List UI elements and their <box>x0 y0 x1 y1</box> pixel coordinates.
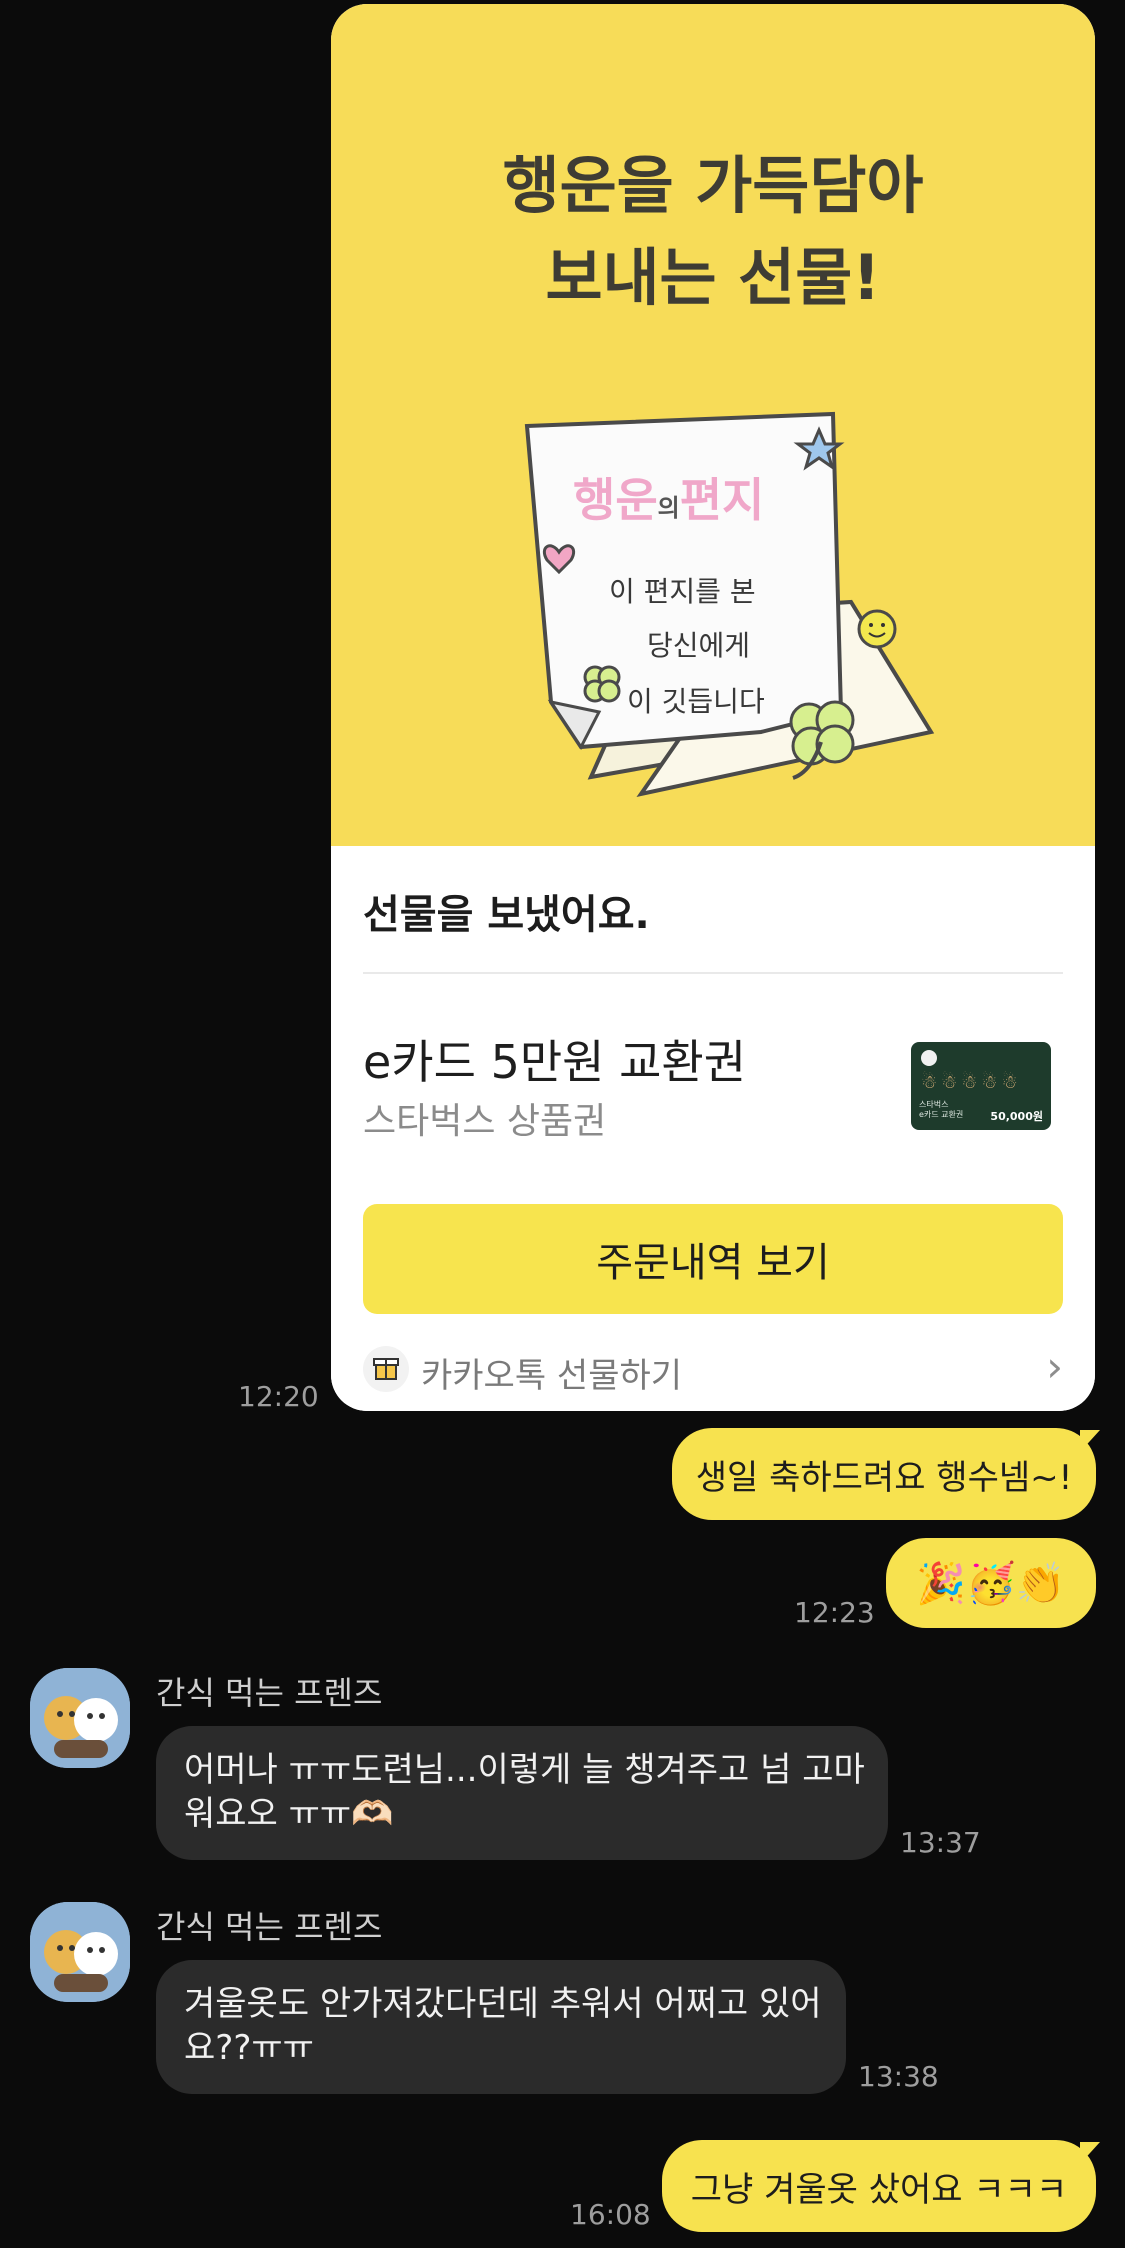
gift-box-icon <box>363 1346 409 1392</box>
message-text: 그냥 겨울옷 샀어요 ㅋㅋㅋ <box>690 2169 1068 2210</box>
sender-name: 간식 먹는 프렌즈 <box>156 1908 383 1946</box>
lucky-letter-illustration: 행운의편지 이 편지를 본 당신에게 이 깃듭니다 <box>521 402 941 822</box>
letter-line2: 당신에게 <box>647 629 751 662</box>
message-line1: 어머나 ㅠㅠ도련님...이렇게 늘 챙겨주고 넘 고마 <box>184 1750 865 1790</box>
kakao-gift-link[interactable]: 카카오톡 선물하기 › <box>363 1342 1063 1398</box>
view-order-button[interactable]: 주문내역 보기 <box>363 1204 1063 1314</box>
message-text: 생일 축하드려요 행수넴~! <box>695 1457 1073 1498</box>
friend-avatar[interactable] <box>30 1668 130 1768</box>
letter-title-small: 의 <box>657 494 680 522</box>
letter-title-part2: 편지 <box>679 473 765 527</box>
message-line1: 겨울옷도 안가져갔다던데 추워서 어쩌고 있어 <box>184 1984 822 2024</box>
letter-line1: 이 편지를 본 <box>609 575 756 608</box>
my-message-bubble[interactable]: 생일 축하드려요 행수넴~! <box>672 1428 1096 1520</box>
letter-line3: 이 깃듭니다 <box>627 685 765 718</box>
letter-title: 행운의편지 <box>573 464 764 530</box>
divider <box>363 972 1063 974</box>
message-line2: 워요오 ㅠㅠ🫶🏻 <box>184 1794 394 1834</box>
chevron-right-icon: › <box>1046 1342 1063 1391</box>
product-name: e카드 5만원 교환권 <box>363 1035 747 1089</box>
thumb-price: 50,000원 <box>990 1110 1043 1123</box>
friend-message-bubble[interactable]: 겨울옷도 안가져갔다던데 추워서 어쩌고 있어 요??ㅠㅠ <box>156 1960 846 2094</box>
friends-character-icon <box>30 1668 130 1768</box>
thumb-caption: 스타벅스 e카드 교환권 <box>919 1100 964 1119</box>
gift-sent-label: 선물을 보냈어요. <box>363 892 650 938</box>
product-brand: 스타벅스 상품권 <box>363 1101 607 1142</box>
message-time: 12:20 <box>238 1380 319 1413</box>
emoji-content: 🎉🥳👏 <box>916 1560 1066 1607</box>
message-time: 12:23 <box>794 1596 875 1629</box>
message-line2: 요??ㅠㅠ <box>184 2028 314 2068</box>
gift-hero-banner: 행운을 가득담아 보내는 선물! 행운의편지 이 편지를 본 당신에게 이 깃듭… <box>331 4 1095 846</box>
message-time: 16:08 <box>570 2198 651 2231</box>
starbucks-logo-icon <box>921 1050 937 1066</box>
my-message-bubble[interactable]: 그냥 겨울옷 샀어요 ㅋㅋㅋ <box>662 2140 1096 2232</box>
gift-card-thumbnail: ☃☃☃☃☃ 스타벅스 e카드 교환권 50,000원 <box>911 1042 1051 1130</box>
message-time: 13:38 <box>858 2060 939 2093</box>
footer-label: 카카오톡 선물하기 <box>421 1356 683 1396</box>
friends-character-icon <box>30 1902 130 2002</box>
gift-details: 선물을 보냈어요. e카드 5만원 교환권 스타벅스 상품권 ☃☃☃☃☃ 스타벅… <box>331 846 1095 1411</box>
gingerbread-icons: ☃☃☃☃☃ <box>921 1072 1022 1093</box>
hero-title-line1: 행운을 가득담아 <box>502 149 924 222</box>
gift-message-card[interactable]: 행운을 가득담아 보내는 선물! 행운의편지 이 편지를 본 당신에게 이 깃듭… <box>331 4 1095 1411</box>
sender-name: 간식 먹는 프렌즈 <box>156 1674 383 1712</box>
message-time: 13:37 <box>900 1826 981 1859</box>
bubble-tail <box>1080 1430 1100 1452</box>
my-emoji-bubble[interactable]: 🎉🥳👏 <box>886 1538 1096 1628</box>
letter-title-part1: 행운 <box>573 473 658 527</box>
hero-title-line2: 보내는 선물! <box>545 241 881 314</box>
friend-message-bubble[interactable]: 어머나 ㅠㅠ도련님...이렇게 늘 챙겨주고 넘 고마 워요오 ㅠㅠ🫶🏻 <box>156 1726 888 1860</box>
friend-avatar[interactable] <box>30 1902 130 2002</box>
bubble-tail <box>1080 2142 1100 2164</box>
